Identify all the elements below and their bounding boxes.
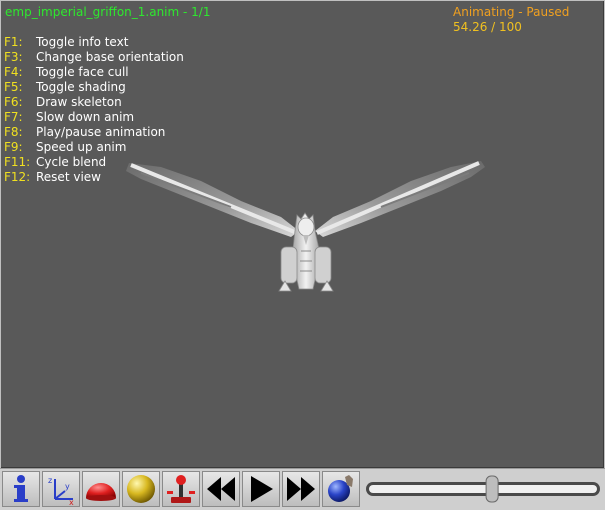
shortcut-key: F5: [4, 80, 23, 94]
shortcut-key: F1: [4, 35, 23, 49]
shortcut-key: F6: [4, 95, 23, 109]
svg-text:z: z [48, 476, 52, 485]
shortcut-label: Cycle blend [36, 155, 107, 169]
shortcut-key: F9: [4, 140, 23, 154]
shortcut-row: F6: Draw skeleton [4, 95, 184, 110]
shortcut-label: Change base orientation [36, 50, 184, 64]
joystick-button[interactable] [162, 471, 200, 507]
svg-text:y: y [65, 482, 70, 491]
shortcut-row: F7: Slow down anim [4, 110, 184, 125]
shortcut-row: F4: Toggle face cull [4, 65, 184, 80]
shortcut-row: F8: Play/pause animation [4, 125, 184, 140]
fast-forward-icon [287, 477, 315, 501]
rewind-button[interactable] [202, 471, 240, 507]
left-wing [126, 163, 299, 237]
slider-thumb[interactable] [485, 475, 499, 503]
shortcut-label: Play/pause animation [36, 125, 166, 139]
sphere-button[interactable] [122, 471, 160, 507]
axes-icon: z y x [48, 476, 74, 505]
shortcut-key: F3: [4, 50, 23, 64]
rewind-icon [207, 477, 235, 501]
griffon-model [126, 161, 485, 292]
shortcut-key: F8: [4, 125, 23, 139]
axes-button[interactable]: z y x [42, 471, 80, 507]
animation-title: emp_imperial_griffon_1.anim - 1/1 [5, 5, 211, 19]
fast-forward-button[interactable] [282, 471, 320, 507]
shortcut-row: F3: Change base orientation [4, 50, 184, 65]
shortcut-row: F5: Toggle shading [4, 80, 184, 95]
shortcut-label: Toggle shading [36, 80, 126, 94]
viewer-window: emp_imperial_griffon_1.anim - 1/1 Animat… [0, 0, 605, 510]
shortcut-label: Toggle face cull [36, 65, 129, 79]
play-button[interactable] [242, 471, 280, 507]
red-hemisphere-icon [86, 483, 116, 501]
right-wing [315, 161, 485, 237]
3d-viewport[interactable]: emp_imperial_griffon_1.anim - 1/1 Animat… [1, 1, 604, 468]
shortcut-label: Draw skeleton [36, 95, 122, 109]
bottom-toolbar: z y x [0, 468, 605, 510]
light-button[interactable] [322, 471, 360, 507]
shortcut-key: F12: [4, 170, 31, 184]
globe-hand-icon [328, 475, 353, 502]
hemisphere-button[interactable] [82, 471, 120, 507]
animation-progress: 54.26 / 100 [453, 20, 522, 34]
shortcut-row: F1: Toggle info text [4, 35, 184, 50]
timeline-slider[interactable] [364, 474, 602, 504]
info-icon [14, 475, 28, 502]
svg-text:x: x [69, 498, 74, 505]
yellow-sphere-icon [127, 475, 155, 503]
shortcut-key: F7: [4, 110, 23, 124]
slider-groove [369, 485, 597, 493]
shortcut-label: Speed up anim [36, 140, 127, 154]
shortcut-label: Reset view [36, 170, 101, 184]
info-button[interactable] [2, 471, 40, 507]
joystick-icon [167, 475, 195, 503]
shortcut-key: F4: [4, 65, 23, 79]
shortcut-label: Toggle info text [36, 35, 129, 49]
shortcut-key: F11: [4, 155, 31, 169]
shortcut-label: Slow down anim [36, 110, 135, 124]
animation-status: Animating - Paused [453, 5, 570, 19]
play-icon [251, 476, 273, 502]
